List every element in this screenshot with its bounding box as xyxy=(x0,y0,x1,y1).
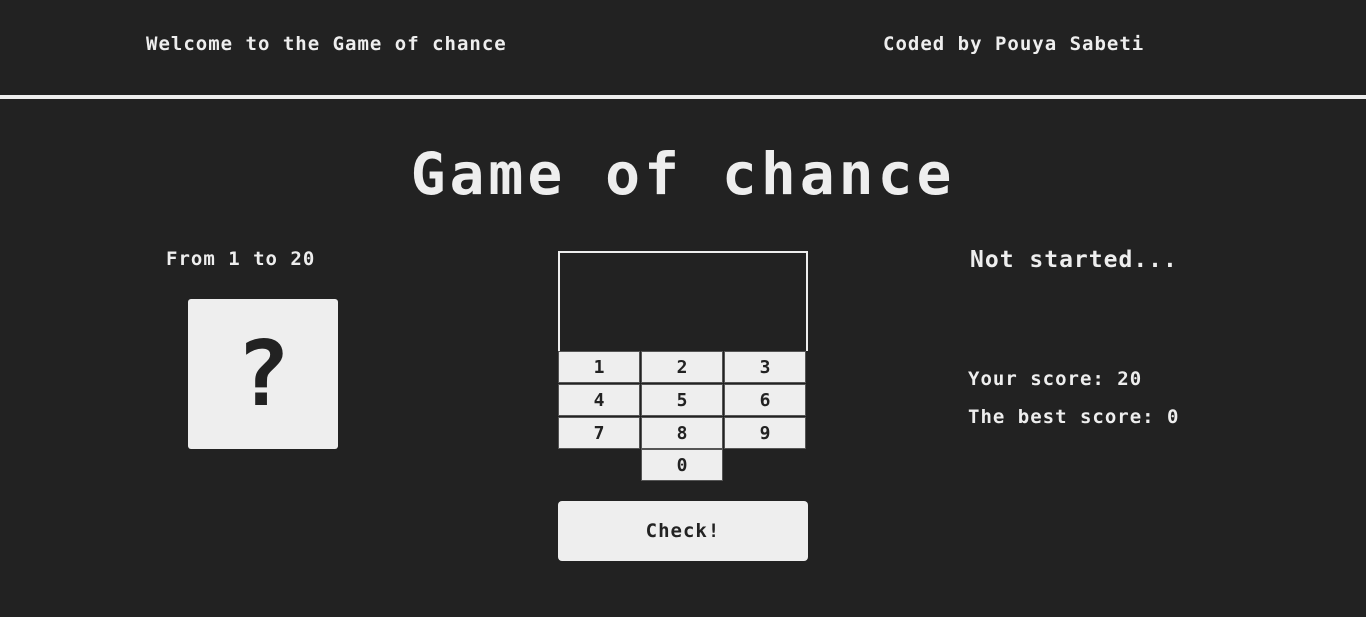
check-button[interactable]: Check! xyxy=(558,501,808,561)
credit-text: Coded by Pouya Sabeti xyxy=(883,33,1145,55)
score-value: 20 xyxy=(1117,368,1143,390)
key-3[interactable]: 3 xyxy=(724,351,806,383)
best-score: The best score: 0 xyxy=(968,406,1179,428)
welcome-text: Welcome to the Game of chance xyxy=(146,33,507,55)
best-score-label: The best score: xyxy=(968,406,1168,428)
key-2[interactable]: 2 xyxy=(641,351,723,383)
score-label: Your score: xyxy=(968,368,1118,390)
key-0[interactable]: 0 xyxy=(641,449,723,481)
key-9[interactable]: 9 xyxy=(724,417,806,449)
key-8[interactable]: 8 xyxy=(641,417,723,449)
key-1[interactable]: 1 xyxy=(558,351,640,383)
game-status: Not started... xyxy=(970,247,1178,273)
secret-number-box: ? xyxy=(188,299,338,449)
range-label: From 1 to 20 xyxy=(166,248,316,270)
key-4[interactable]: 4 xyxy=(558,384,640,416)
key-5[interactable]: 5 xyxy=(641,384,723,416)
guess-display xyxy=(558,251,808,351)
key-7[interactable]: 7 xyxy=(558,417,640,449)
header-divider xyxy=(0,95,1366,99)
key-6[interactable]: 6 xyxy=(724,384,806,416)
site-header: Welcome to the Game of chance Coded by P… xyxy=(0,0,1366,95)
current-score: Your score: 20 xyxy=(968,368,1142,390)
best-score-value: 0 xyxy=(1167,406,1180,428)
question-mark-icon: ? xyxy=(235,321,291,427)
page-title: Game of chance xyxy=(410,140,956,208)
